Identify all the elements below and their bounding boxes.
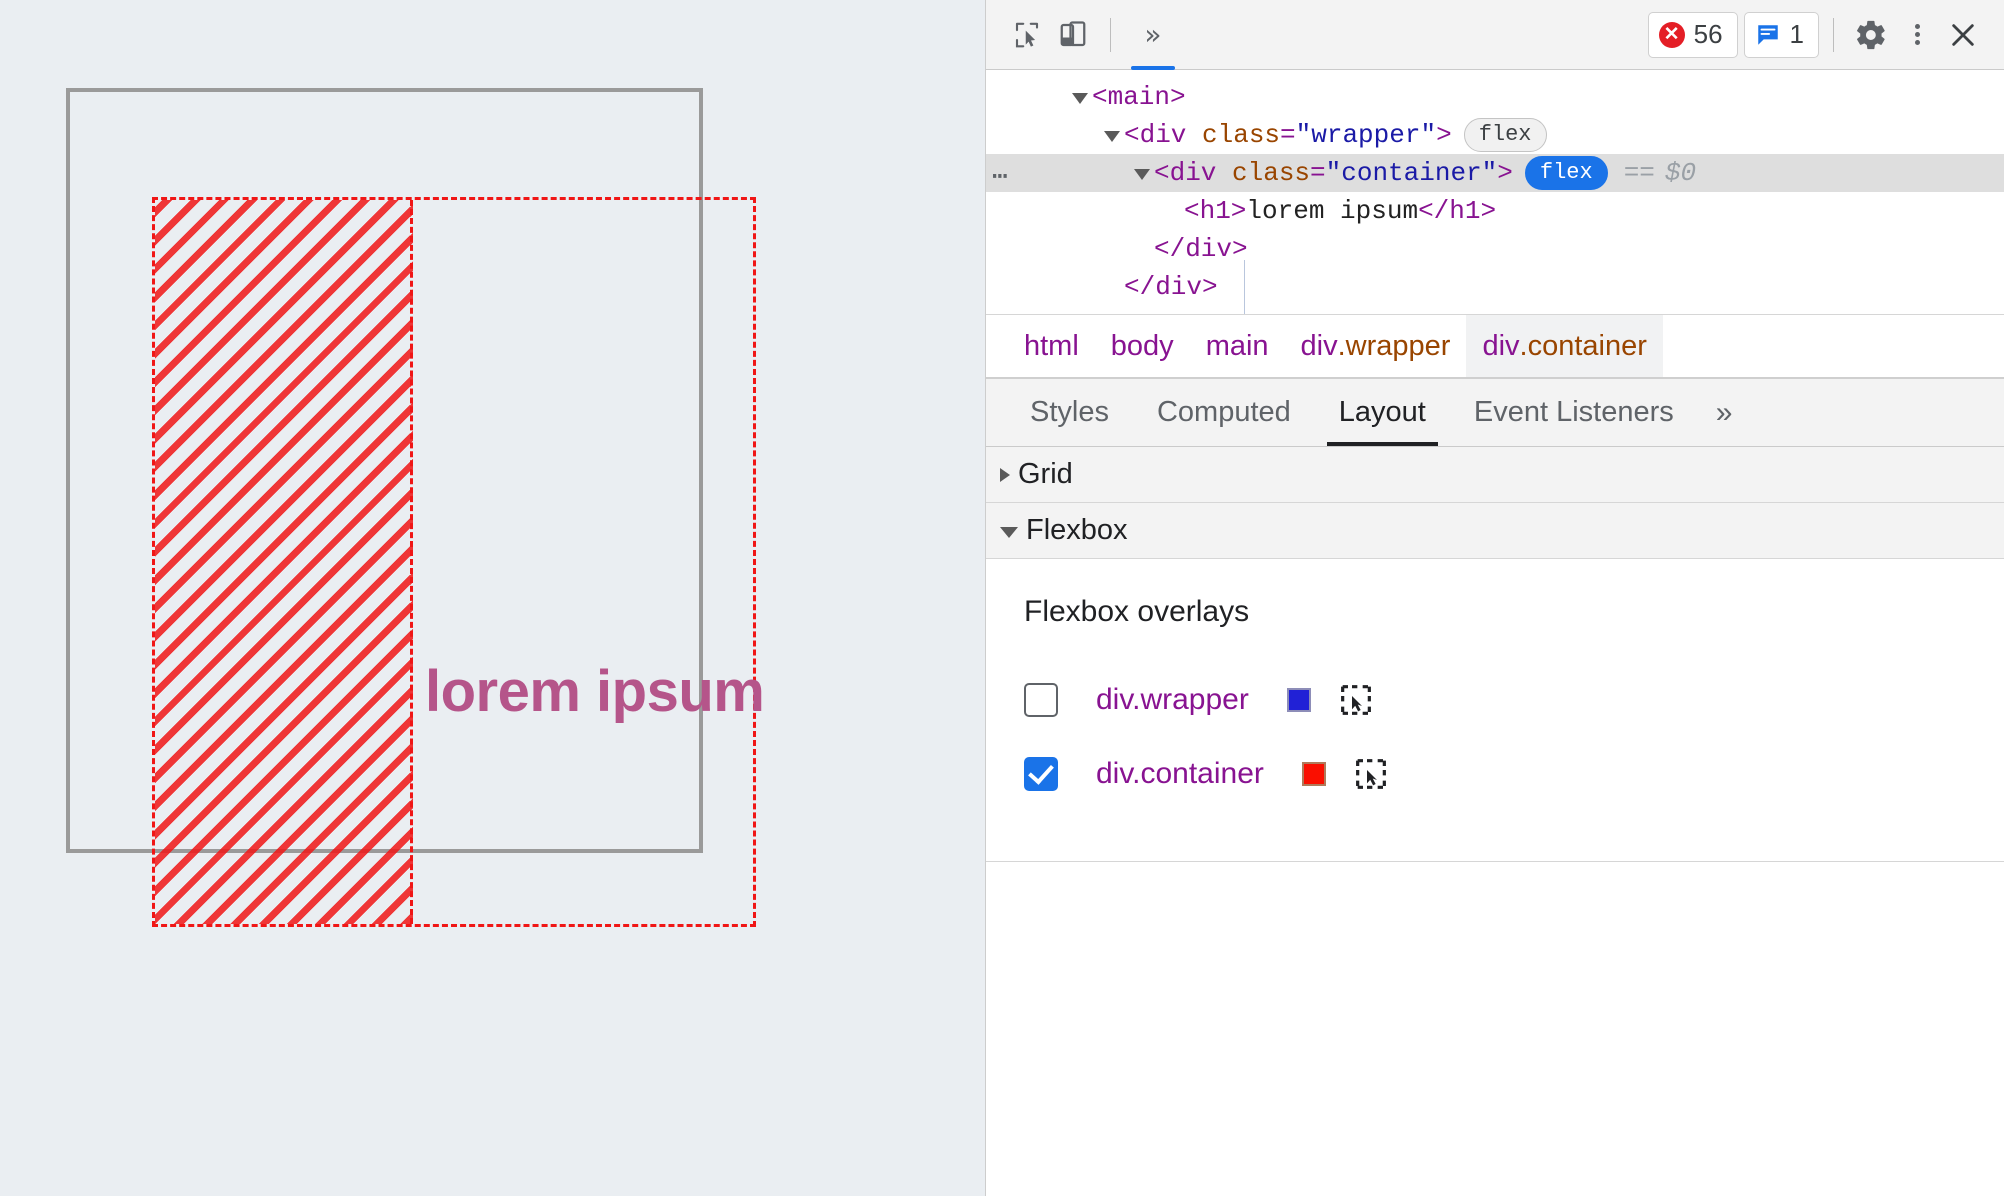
inspect-element-icon[interactable]	[1004, 12, 1050, 58]
devtools-tabs: Styles Computed Layout Event Listeners »	[986, 379, 2004, 447]
overlay-color-swatch-div-container[interactable]	[1301, 762, 1326, 786]
tab-event-listeners[interactable]: Event Listeners	[1450, 379, 1698, 446]
overlay-row-div-container: div.container	[1024, 745, 2004, 803]
error-icon: ✕	[1658, 21, 1685, 48]
overlay-checkbox-div-wrapper[interactable]	[1024, 683, 1058, 717]
flexbox-section-title: Flexbox	[1026, 514, 1128, 546]
grid-section-title: Grid	[1018, 458, 1073, 490]
message-icon	[1755, 22, 1781, 48]
flexbox-section-header[interactable]: Flexbox	[986, 503, 2004, 559]
dom-row-selected[interactable]: ⋯ <div class="container"> flex == $0	[986, 154, 2004, 192]
breadcrumb-tag: div	[1300, 329, 1338, 362]
rendered-page-frame: lorem ipsum	[66, 88, 765, 927]
chevron-double-right-icon: »	[1144, 17, 1162, 51]
twisty-open-icon[interactable]	[1072, 92, 1088, 104]
breadcrumb-item-div-container[interactable]: div .container	[1466, 315, 1663, 377]
message-count-label: 1	[1789, 19, 1804, 49]
message-count-badge[interactable]: 1	[1743, 11, 1819, 58]
dom-selected-ref: $0	[1664, 158, 1697, 188]
page-viewport: lorem ipsum	[0, 0, 985, 1196]
dom-close-div-container: </div>	[1154, 234, 1248, 264]
layout-pane: Grid Flexbox Flexbox overlays div.wrappe…	[986, 447, 2004, 1196]
dom-tree[interactable]: <main> <div class="wrapper"> flex ⋯ <div…	[986, 70, 2004, 315]
kebab-dot	[1914, 40, 1920, 45]
error-count-badge[interactable]: ✕ 56	[1647, 11, 1738, 58]
toolbar-overflow-button[interactable]: »	[1125, 0, 1181, 70]
twisty-open-icon[interactable]	[1134, 168, 1150, 180]
breadcrumb-item-body[interactable]: body	[1095, 315, 1190, 377]
breadcrumb: html body main div .wrapper div .container	[986, 315, 2004, 379]
devtools-panel: » ✕ 56 1 <main> <div class="wrapper"> fl…	[985, 0, 2004, 1196]
devtools-toolbar: » ✕ 56 1	[986, 0, 2004, 70]
dom-tag-h1: <h1>lorem ipsum</h1>	[1184, 196, 1497, 226]
dom-row[interactable]: <main>	[986, 78, 2004, 116]
overlay-select-element-icon-div-wrapper[interactable]	[1339, 683, 1373, 717]
tab-overflow-icon[interactable]: »	[1698, 379, 1751, 446]
overlay-select-element-icon-div-container[interactable]	[1354, 757, 1388, 791]
dom-close-div-wrapper: </div>	[1124, 272, 1218, 302]
flex-badge-wrapper[interactable]: flex	[1463, 118, 1547, 152]
more-options-kebab-icon[interactable]	[1894, 12, 1940, 58]
overlay-checkbox-div-container[interactable]	[1024, 757, 1058, 791]
breadcrumb-item-html[interactable]: html	[1008, 315, 1095, 377]
flexbox-free-space-hatch	[155, 200, 413, 924]
overlay-label-div-container[interactable]: div.container	[1096, 757, 1264, 791]
toolbar-divider-2	[1833, 17, 1834, 52]
flex-badge-container[interactable]: flex	[1524, 156, 1608, 190]
overlay-color-swatch-div-wrapper[interactable]	[1286, 688, 1311, 712]
breadcrumb-class: .container	[1519, 329, 1647, 362]
flexbox-section-body: Flexbox overlays div.wrapper div.contain	[986, 559, 2004, 862]
tab-styles[interactable]: Styles	[1006, 379, 1133, 446]
chevron-down-icon	[1000, 526, 1018, 538]
devtools-screenshot: lorem ipsum » ✕ 56 1 <main> <div class="…	[0, 0, 2004, 1196]
breadcrumb-class: .wrapper	[1337, 329, 1451, 362]
dom-equals: ==	[1623, 158, 1655, 188]
flexbox-overlay-container	[152, 197, 756, 927]
dom-row[interactable]: </div>	[986, 268, 2004, 306]
kebab-dot	[1914, 24, 1920, 29]
settings-gear-icon[interactable]	[1848, 12, 1894, 58]
tab-computed[interactable]: Computed	[1133, 379, 1315, 446]
breadcrumb-tag: div	[1482, 329, 1520, 362]
dom-row-more-ellipsis[interactable]: ⋯	[992, 158, 1010, 196]
breadcrumb-item-div-wrapper[interactable]: div .wrapper	[1285, 315, 1467, 377]
device-toolbar-icon[interactable]	[1050, 12, 1096, 58]
overlay-row-div-wrapper: div.wrapper	[1024, 671, 2004, 729]
dom-tag-div-wrapper: <div class="wrapper">	[1124, 120, 1452, 150]
toolbar-divider-1	[1110, 17, 1111, 52]
grid-section-header[interactable]: Grid	[986, 447, 2004, 503]
flexbox-overlays-title: Flexbox overlays	[1024, 595, 1250, 628]
close-icon[interactable]	[1940, 12, 1986, 58]
error-count-label: 56	[1693, 19, 1723, 49]
overlay-label-div-wrapper[interactable]: div.wrapper	[1096, 683, 1249, 717]
twisty-open-icon[interactable]	[1104, 130, 1120, 142]
dom-row[interactable]: <div class="wrapper"> flex	[986, 116, 2004, 154]
tab-layout[interactable]: Layout	[1315, 379, 1450, 446]
kebab-dot	[1914, 32, 1920, 37]
dom-tag-main: <main>	[1092, 82, 1186, 112]
dom-row[interactable]: <h1>lorem ipsum</h1>	[986, 192, 2004, 230]
dom-row[interactable]: </div>	[986, 230, 2004, 268]
breadcrumb-item-main[interactable]: main	[1190, 315, 1285, 377]
page-heading: lorem ipsum	[425, 659, 765, 724]
chevron-right-icon	[1000, 467, 1010, 482]
dom-tag-div-container: <div class="container">	[1154, 158, 1513, 188]
